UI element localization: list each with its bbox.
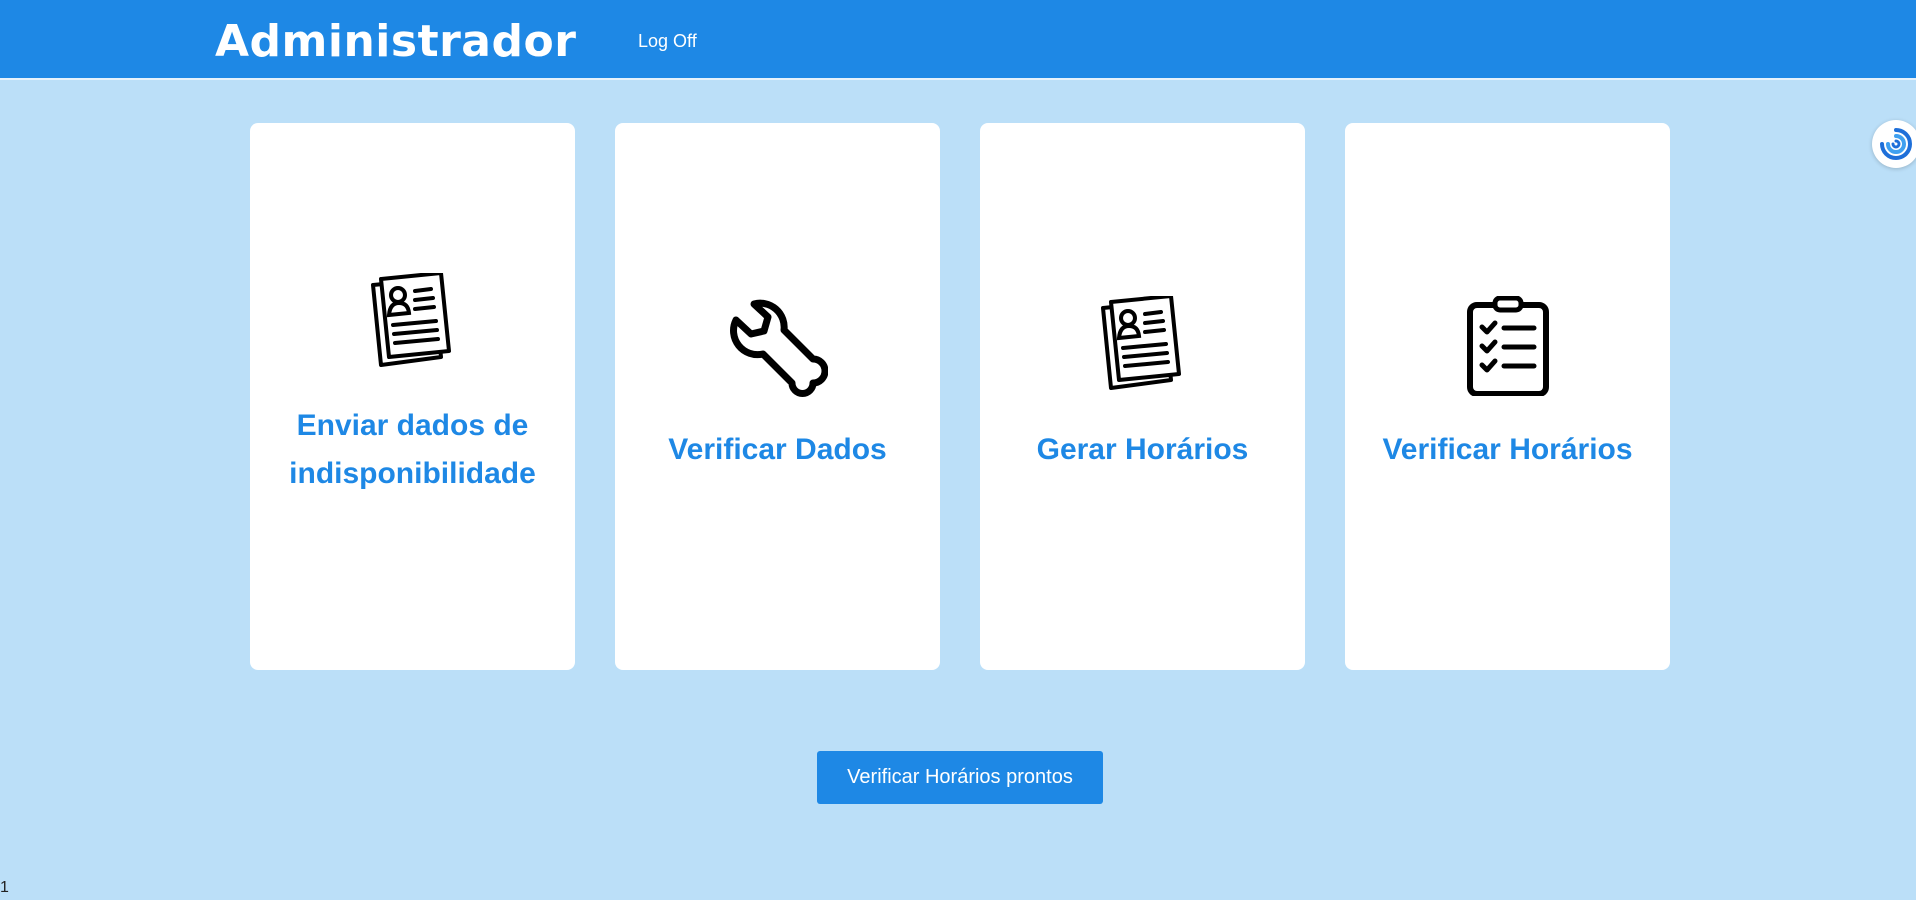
card-verificar-dados[interactable]: Verificar Dados — [615, 123, 940, 670]
card-verificar-horarios[interactable]: Verificar Horários — [1345, 123, 1670, 670]
app-title: Administrador — [215, 16, 577, 67]
card-label: Verificar Horários — [1382, 433, 1633, 466]
top-navbar: Administrador Log Off — [0, 0, 1916, 80]
resume-documents-icon — [1100, 296, 1181, 390]
logoff-link[interactable]: Log Off — [638, 28, 697, 54]
verificar-horarios-prontos-button[interactable]: Verificar Horários prontos — [817, 751, 1103, 804]
card-label: Verificar Dados — [668, 433, 887, 466]
checklist-clipboard-icon — [1466, 296, 1549, 396]
swirl-icon — [1880, 128, 1912, 160]
card-gerar-horarios[interactable]: Gerar Horários — [980, 123, 1305, 670]
card-label: Gerar Horários — [1036, 433, 1249, 466]
assistant-widget-button[interactable] — [1872, 120, 1916, 168]
card-label: Enviar dados de indisponibilidade — [289, 409, 536, 490]
card-enviar-dados[interactable]: Enviar dados de indisponibilidade — [250, 123, 575, 670]
card-grid: Enviar dados de indisponibilidade Verifi… — [250, 123, 1670, 670]
page-number: 1 — [0, 879, 9, 896]
resume-documents-icon — [370, 273, 451, 367]
wrench-icon — [729, 299, 828, 397]
